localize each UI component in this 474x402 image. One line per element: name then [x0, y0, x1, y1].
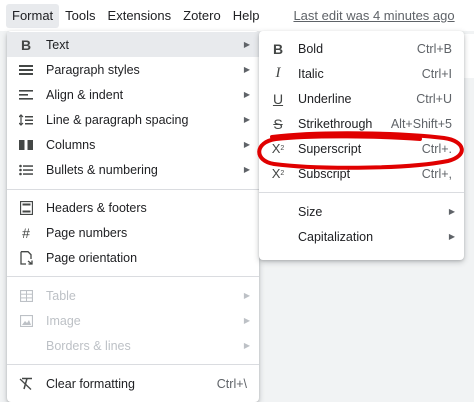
italic-shortcut: Ctrl+I [421, 66, 452, 81]
align-indent-label: Align & indent [46, 87, 124, 102]
bold-shortcut: Ctrl+B [416, 41, 452, 56]
submenu-arrow-icon: ▶ [448, 232, 456, 241]
bullets-item[interactable]: Bullets & numbering ▶ [7, 157, 259, 182]
page-numbers-item[interactable]: # Page numbers [7, 220, 259, 245]
submenu-arrow-icon: ▶ [243, 291, 251, 300]
submenu-arrow-icon: ▶ [243, 40, 251, 49]
page-numbers-label: Page numbers [46, 225, 128, 240]
clear-formatting-icon [18, 376, 34, 392]
red-circle-annotation [257, 131, 464, 170]
paragraph-styles-item[interactable]: Paragraph styles ▶ [7, 57, 259, 82]
format-text-item[interactable]: B Text ▶ [7, 32, 259, 57]
menu-tools[interactable]: Tools [59, 4, 101, 28]
bullets-label: Bullets & numbering [46, 162, 158, 177]
image-label: Image [46, 313, 81, 328]
line-spacing-item[interactable]: Line & paragraph spacing ▶ [7, 107, 259, 132]
clear-formatting-label: Clear formatting [46, 376, 135, 391]
size-spacer [270, 204, 286, 220]
format-text-label: Text [46, 37, 69, 52]
submenu-arrow-icon: ▶ [243, 316, 251, 325]
size-item[interactable]: Size ▶ [259, 199, 464, 224]
menu-extensions[interactable]: Extensions [102, 4, 178, 28]
italic-item[interactable]: I Italic Ctrl+I [259, 61, 464, 86]
paragraph-styles-label: Paragraph styles [46, 62, 140, 77]
borders-icon [18, 338, 34, 354]
last-edit-link[interactable]: Last edit was 4 minutes ago [293, 8, 454, 23]
menu-zotero[interactable]: Zotero [177, 4, 227, 28]
italic-icon: I [275, 65, 281, 81]
capitalization-label: Capitalization [298, 229, 374, 244]
line-spacing-label: Line & paragraph spacing [46, 112, 189, 127]
submenu-arrow-icon: ▶ [243, 115, 251, 124]
bullets-icon [18, 162, 34, 178]
align-indent-item[interactable]: Align & indent ▶ [7, 82, 259, 107]
submenu-arrow-icon: ▶ [448, 207, 456, 216]
bold-item[interactable]: B Bold Ctrl+B [259, 36, 464, 61]
align-icon [18, 87, 34, 103]
table-label: Table [46, 288, 76, 303]
clear-formatting-item[interactable]: Clear formatting Ctrl+\ [7, 371, 259, 396]
underline-icon: U [272, 90, 284, 107]
image-item[interactable]: Image ▶ [7, 308, 259, 333]
menu-divider [7, 276, 259, 277]
columns-item[interactable]: Columns ▶ [7, 132, 259, 157]
columns-label: Columns [46, 137, 96, 152]
bold-label: Bold [298, 41, 324, 56]
underline-shortcut: Ctrl+U [416, 91, 452, 106]
strikethrough-shortcut: Alt+Shift+5 [390, 116, 452, 131]
menu-format[interactable]: Format [6, 3, 60, 28]
headers-footers-icon [18, 200, 34, 216]
ruler-strip [464, 34, 474, 78]
size-label: Size [298, 204, 323, 219]
submenu-arrow-icon: ▶ [243, 341, 251, 350]
clear-formatting-shortcut: Ctrl+\ [216, 376, 247, 391]
annotation-stroke [257, 131, 464, 170]
line-spacing-icon [18, 112, 34, 128]
table-icon [18, 288, 34, 304]
format-menu: B Text ▶ Paragraph styles ▶ Align & inde… [7, 31, 259, 402]
strikethrough-label: Strikethrough [298, 116, 373, 131]
underline-item[interactable]: U Underline Ctrl+U [259, 86, 464, 111]
columns-icon [18, 137, 34, 153]
capitalization-spacer [270, 229, 286, 245]
headers-footers-item[interactable]: Headers & footers [7, 195, 259, 220]
page-orientation-label: Page orientation [46, 250, 138, 265]
submenu-arrow-icon: ▶ [243, 90, 251, 99]
menu-bar: Format Tools Extensions Zotero Help Last… [0, 0, 474, 31]
text-b-icon: B [20, 36, 32, 53]
menu-divider [7, 364, 259, 365]
page-orientation-icon [18, 250, 34, 266]
table-item[interactable]: Table ▶ [7, 283, 259, 308]
bold-icon: B [272, 40, 284, 57]
headers-footers-label: Headers & footers [46, 200, 147, 215]
paragraph-styles-icon [18, 62, 34, 78]
italic-label: Italic [298, 66, 324, 81]
capitalization-item[interactable]: Capitalization ▶ [259, 224, 464, 249]
borders-lines-item[interactable]: Borders & lines ▶ [7, 333, 259, 358]
image-icon [18, 313, 34, 329]
menu-divider [259, 192, 464, 193]
submenu-arrow-icon: ▶ [243, 65, 251, 74]
page-orientation-item[interactable]: Page orientation [7, 245, 259, 270]
menu-help[interactable]: Help [227, 4, 266, 28]
menu-divider [7, 189, 259, 190]
underline-label: Underline [298, 91, 352, 106]
borders-lines-label: Borders & lines [46, 338, 131, 353]
hash-icon: # [22, 224, 30, 241]
